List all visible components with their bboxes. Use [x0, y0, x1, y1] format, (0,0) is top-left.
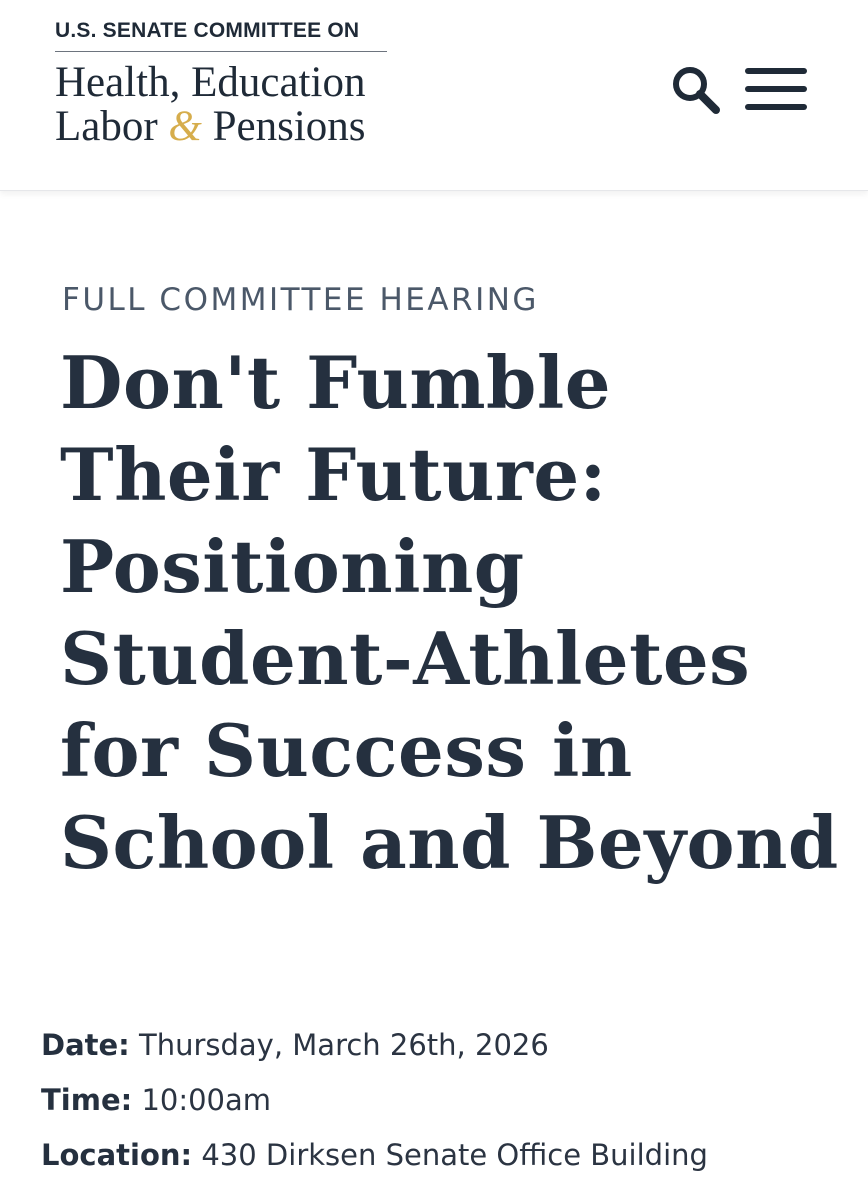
- logo-name-line-2: Labor & Pensions: [55, 105, 390, 149]
- menu-button[interactable]: [745, 68, 809, 110]
- time-label: Time:: [41, 1083, 133, 1117]
- date-label: Date:: [41, 1028, 130, 1062]
- location-row: Location: 430 Dirksen Senate Office Buil…: [41, 1130, 851, 1185]
- site-header: U.S. SENATE COMMITTEE ON Health, Educati…: [0, 0, 868, 191]
- date-row: Date: Thursday, March 26th, 2026: [41, 1020, 851, 1075]
- logo-top-line: U.S. SENATE COMMITTEE ON: [55, 19, 360, 42]
- location-label: Location:: [41, 1138, 193, 1172]
- time-row: Time: 10:00am: [41, 1075, 851, 1130]
- logo-divider: [55, 51, 387, 52]
- logo-name-line-1: Health, Education: [55, 59, 366, 106]
- logo-labor: Labor: [55, 103, 158, 150]
- hearing-type: FULL COMMITTEE HEARING: [62, 282, 539, 318]
- logo-pensions: Pensions: [212, 103, 366, 150]
- committee-logo[interactable]: U.S. SENATE COMMITTEE ON Health, Educati…: [55, 15, 390, 149]
- location-value: 430 Dirksen Senate Office Building: [201, 1138, 708, 1172]
- date-value: Thursday, March 26th, 2026: [139, 1028, 549, 1062]
- hearing-title: Don't Fumble Their Future: Positioning S…: [60, 340, 839, 885]
- search-button[interactable]: [668, 62, 724, 118]
- hearing-details: Date: Thursday, March 26th, 2026 Time: 1…: [41, 1020, 851, 1185]
- search-icon: [673, 67, 720, 114]
- logo-ampersand: &: [168, 103, 202, 150]
- time-value: 10:00am: [141, 1083, 272, 1117]
